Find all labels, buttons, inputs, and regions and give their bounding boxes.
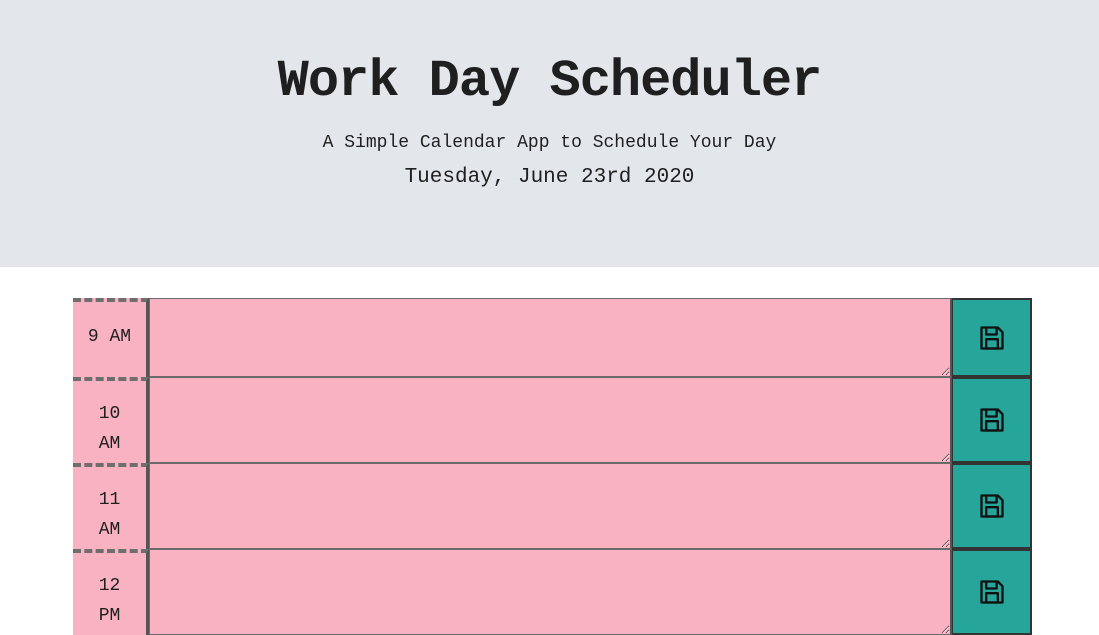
save-button[interactable] (952, 298, 1032, 377)
timeblock-row: 12 PM (73, 549, 1032, 635)
floppy-disk-icon (979, 494, 1004, 518)
timeblock-container: 9 AM 10 AM 11 AM 12 PM (73, 298, 1032, 635)
header: Work Day Scheduler A Simple Calendar App… (0, 0, 1099, 267)
page-title: Work Day Scheduler (277, 52, 823, 111)
hour-label-line1: 9 AM (87, 327, 132, 347)
hour-label-line1: 11 (98, 490, 121, 510)
event-textarea[interactable] (149, 377, 952, 463)
event-textarea[interactable] (149, 549, 952, 635)
hour-label-line2: PM (98, 606, 121, 626)
hour-label: 9 AM (73, 298, 149, 377)
hour-label: 11 AM (73, 463, 149, 549)
current-day: Tuesday, June 23rd 2020 (404, 166, 695, 189)
hour-label-line2: AM (98, 434, 121, 454)
floppy-disk-icon (979, 408, 1004, 432)
timeblock-row: 10 AM (73, 377, 1032, 463)
hour-label: 10 AM (73, 377, 149, 463)
event-textarea[interactable] (149, 298, 952, 377)
page-subtitle: A Simple Calendar App to Schedule Your D… (322, 133, 777, 153)
floppy-disk-icon (979, 325, 1004, 350)
floppy-disk-icon (979, 580, 1004, 604)
hour-label-line2: AM (98, 520, 121, 540)
hour-label-line1: 10 (98, 404, 121, 424)
hour-label-line1: 12 (98, 576, 121, 596)
timeblock-row: 9 AM (73, 298, 1032, 377)
save-button[interactable] (952, 549, 1032, 635)
timeblock-row: 11 AM (73, 463, 1032, 549)
hour-label: 12 PM (73, 549, 149, 635)
save-button[interactable] (952, 377, 1032, 463)
event-textarea[interactable] (149, 463, 952, 549)
save-button[interactable] (952, 463, 1032, 549)
